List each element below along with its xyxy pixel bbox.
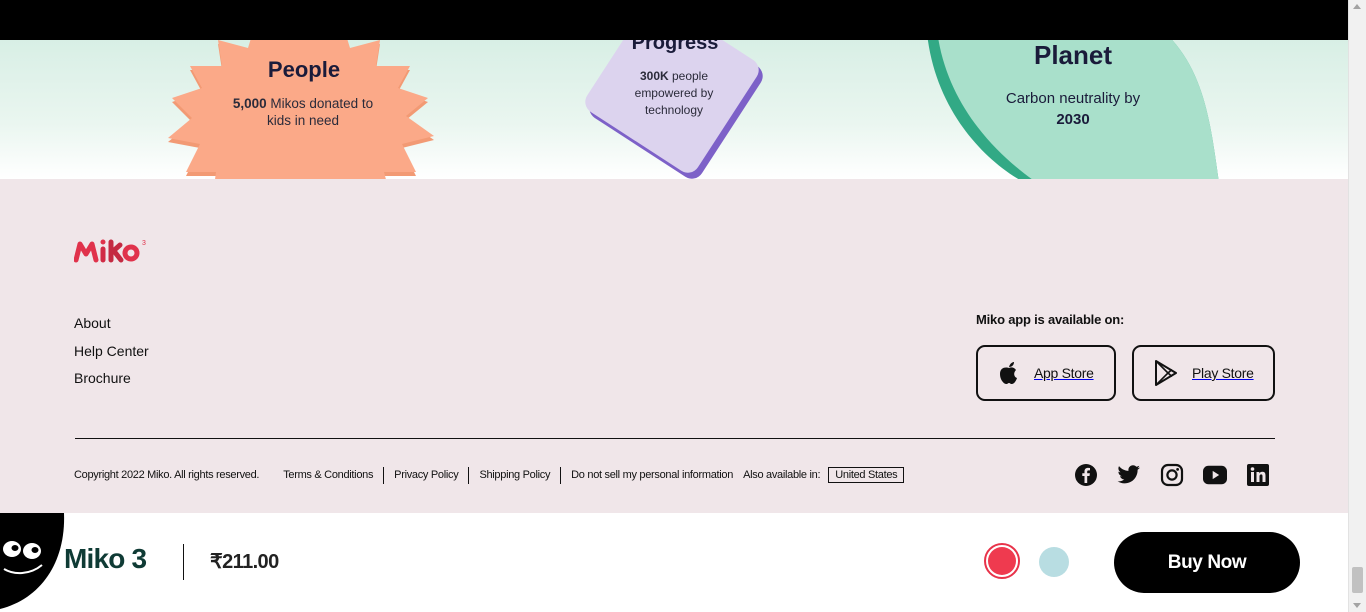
shipping-link[interactable]: Shipping Policy	[479, 469, 550, 481]
separator	[383, 466, 385, 484]
site-footer: miko3 3 About Help Center Brochure Miko …	[0, 179, 1349, 513]
miko-mascot-icon	[0, 513, 65, 609]
people-description: 5,000 Mikos donated to kids in need	[232, 96, 374, 128]
linkedin-icon[interactable]	[1246, 463, 1270, 487]
scroll-down-icon[interactable]	[1353, 603, 1361, 608]
scroll-up-icon[interactable]	[1353, 4, 1361, 9]
scrollbar-thumb[interactable]	[1352, 567, 1363, 593]
product-name: Miko 3	[64, 543, 147, 574]
product-price: ₹211.00	[210, 551, 279, 573]
progress-description: 300K people empowered by technology	[634, 69, 714, 117]
play-store-icon	[1155, 360, 1177, 386]
play-store-button[interactable]: Play Store	[1132, 345, 1275, 401]
footer-link-about[interactable]: About	[74, 312, 149, 340]
footer-link-brochure[interactable]: Brochure	[74, 367, 149, 395]
also-available-label: Also available in:	[743, 469, 821, 481]
footer-link-help-center[interactable]: Help Center	[74, 340, 149, 368]
footer-links: About Help Center Brochure	[74, 312, 149, 395]
app-store-button[interactable]: App Store	[976, 345, 1116, 401]
planet-title: Planet	[1033, 40, 1113, 70]
region-selector[interactable]: United States	[828, 467, 905, 483]
divider	[183, 544, 184, 580]
color-swatch-blue[interactable]	[1039, 547, 1069, 577]
separator	[468, 466, 470, 484]
people-title: People	[267, 57, 341, 82]
youtube-icon[interactable]	[1203, 463, 1227, 487]
app-availability-label: Miko app is available on:	[976, 312, 1125, 327]
miko-logo[interactable]: miko3 3	[74, 236, 154, 266]
privacy-link[interactable]: Privacy Policy	[394, 469, 459, 481]
apple-icon	[1000, 362, 1017, 384]
play-store-label: Play Store	[1192, 365, 1254, 381]
instagram-icon[interactable]	[1160, 463, 1184, 487]
buy-now-button[interactable]: Buy Now	[1114, 532, 1300, 593]
copyright-text: Copyright 2022 Miko. All rights reserved…	[74, 469, 260, 481]
impact-section: People 5,000 Mikos donated to kids in ne…	[0, 40, 1349, 179]
legal-bar: Copyright 2022 Miko. All rights reserved…	[74, 465, 905, 485]
app-store-label: App Store	[1034, 365, 1094, 381]
sticky-buy-bar: Miko 3 ₹211.00 Buy Now	[0, 513, 1349, 612]
color-swatch-red[interactable]	[984, 543, 1020, 579]
progress-title: Progress	[631, 40, 719, 54]
terms-link[interactable]: Terms & Conditions	[283, 469, 373, 481]
planet-description: Carbon neutrality by 2030	[1005, 90, 1141, 128]
social-links	[1074, 463, 1289, 487]
footer-divider	[75, 438, 1275, 439]
facebook-icon[interactable]	[1074, 463, 1098, 487]
separator	[560, 466, 562, 484]
top-bar	[0, 0, 1349, 40]
twitter-icon[interactable]	[1117, 463, 1141, 487]
do-not-sell-link[interactable]: Do not sell my personal information	[571, 469, 733, 481]
page-scrollbar[interactable]	[1348, 0, 1366, 612]
svg-text:3: 3	[142, 240, 146, 247]
